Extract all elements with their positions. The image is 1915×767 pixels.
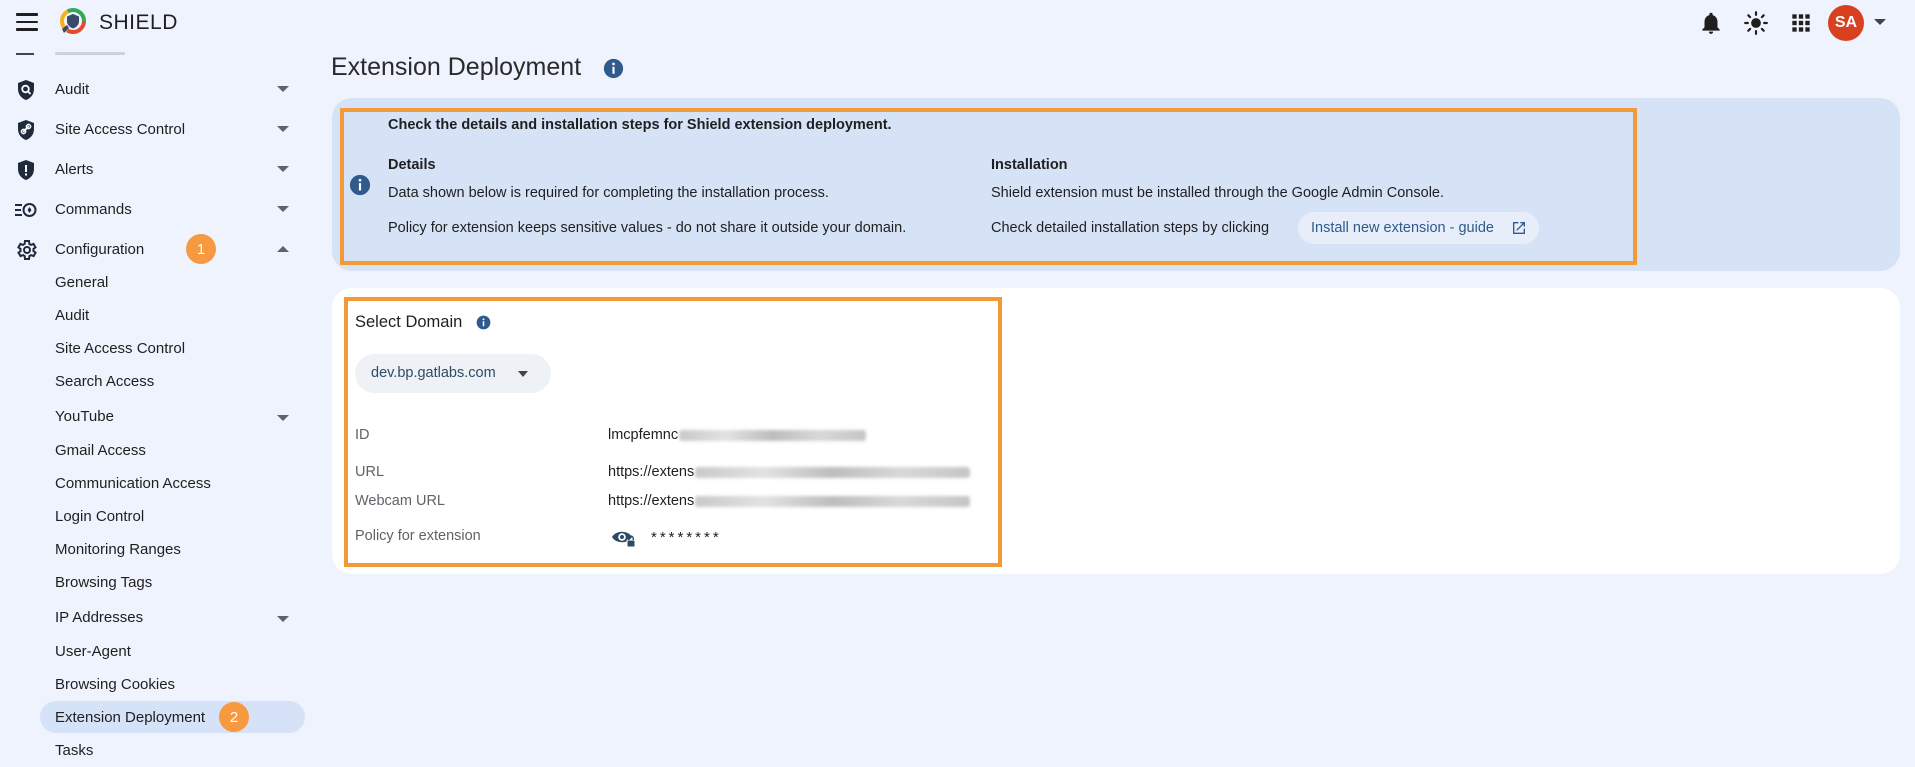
sidebar-item-audit[interactable]: Audit <box>0 70 300 108</box>
sidebar-item-label: Site Access Control <box>55 120 186 138</box>
avatar[interactable]: SA <box>1828 5 1864 41</box>
chevron-down-icon[interactable] <box>277 616 289 622</box>
redacted-blur <box>679 429 867 441</box>
info-icon <box>349 174 371 196</box>
redacted-blur <box>695 466 971 478</box>
domain-select-value: dev.bp.gatlabs.com <box>371 365 496 381</box>
sidebar-subitem-tasks[interactable]: Tasks <box>55 742 93 759</box>
sidebar-subitem-general[interactable]: General <box>55 274 108 291</box>
sidebar-subitem-extension-deployment[interactable]: Extension Deployment <box>55 709 205 726</box>
chevron-down-icon[interactable] <box>277 415 289 421</box>
chevron-down-icon[interactable] <box>1874 19 1886 25</box>
info-icon[interactable] <box>603 58 624 79</box>
webcam-url-value-text: https://extens <box>608 493 695 509</box>
sidebar-subitem-site-access-control[interactable]: Site Access Control <box>55 340 185 357</box>
link-shield-icon <box>18 120 34 140</box>
apps-grid-icon[interactable] <box>1788 10 1814 36</box>
id-label: ID <box>355 427 370 443</box>
sidebar-item-commands[interactable]: Commands <box>0 190 300 228</box>
step-badge: 1 <box>186 234 216 264</box>
policy-label: Policy for extension <box>355 528 481 544</box>
chevron-down-icon <box>277 206 289 212</box>
sidebar-item-configuration[interactable]: Configuration 1 <box>0 230 300 268</box>
id-value: lmcpfemnc <box>608 427 867 443</box>
details-text: Policy for extension keeps sensitive val… <box>388 220 907 236</box>
sidebar-item-label: Configuration <box>55 240 145 258</box>
commands-icon <box>15 203 37 217</box>
id-value-text: lmcpfemnc <box>608 427 679 443</box>
bell-icon[interactable] <box>1698 10 1724 36</box>
sidebar-subitem-browsing-cookies[interactable]: Browsing Cookies <box>55 676 175 693</box>
chevron-up-icon <box>277 246 289 252</box>
sidebar-item-label: Audit <box>55 80 90 98</box>
sidebar-subitem-gmail-access[interactable]: Gmail Access <box>55 442 146 459</box>
alert-shield-icon <box>18 160 34 180</box>
divider <box>16 53 34 55</box>
details-heading: Details <box>388 157 436 173</box>
sidebar-item-label: Commands <box>55 200 132 218</box>
installation-text: Shield extension must be installed throu… <box>991 185 1445 201</box>
chevron-down-icon <box>277 126 289 132</box>
install-guide-label: Install new extension - guide <box>1311 220 1494 236</box>
sidebar-subitem-monitoring-ranges[interactable]: Monitoring Ranges <box>55 541 181 558</box>
sidebar-subitem-search-access[interactable]: Search Access <box>55 373 154 390</box>
url-value: https://extens <box>608 464 971 480</box>
eye-lock-icon[interactable] <box>611 527 637 549</box>
domain-select[interactable]: dev.bp.gatlabs.com <box>355 354 551 393</box>
gear-icon <box>17 240 37 260</box>
info-intro: Check the details and installation steps… <box>388 117 892 133</box>
top-app-bar: SHIELD SA <box>0 0 1915 46</box>
sidebar-item-alerts[interactable]: Alerts <box>0 150 300 188</box>
url-label: URL <box>355 464 385 480</box>
installation-text: Check detailed installation steps by cli… <box>991 220 1270 236</box>
sidebar-subitem-user-agent[interactable]: User-Agent <box>55 643 131 660</box>
url-value-text: https://extens <box>608 464 695 480</box>
sidebar: Audit Site Access Control Alerts Command… <box>0 46 310 767</box>
chevron-down-icon <box>518 371 528 377</box>
app-brand: SHIELD <box>99 11 178 34</box>
redacted-blur <box>695 495 971 507</box>
sidebar-subitem-browsing-tags[interactable]: Browsing Tags <box>55 574 152 591</box>
sidebar-subitem-audit[interactable]: Audit <box>55 307 89 324</box>
installation-heading: Installation <box>991 157 1068 173</box>
sidebar-subitem-ip-addresses[interactable]: IP Addresses <box>55 609 143 626</box>
sidebar-subitem-youtube[interactable]: YouTube <box>55 408 114 425</box>
sidebar-subitem-communication-access[interactable]: Communication Access <box>55 475 211 492</box>
sidebar-item-label: Alerts <box>55 160 94 178</box>
chevron-down-icon <box>277 166 289 172</box>
details-text: Data shown below is required for complet… <box>388 185 829 201</box>
policy-masked-value: ******** <box>651 529 722 546</box>
webcam-url-value: https://extens <box>608 493 971 509</box>
webcam-url-label: Webcam URL <box>355 493 445 509</box>
sidebar-item-site-access-control[interactable]: Site Access Control <box>0 110 300 148</box>
sidebar-subitem-login-control[interactable]: Login Control <box>55 508 144 525</box>
chevron-down-icon <box>277 86 289 92</box>
brightness-icon[interactable] <box>1743 10 1769 36</box>
step-badge: 2 <box>219 702 249 732</box>
select-domain-title: Select Domain <box>355 313 463 331</box>
menu-icon[interactable] <box>16 13 38 31</box>
install-guide-button[interactable]: Install new extension - guide <box>1298 212 1539 244</box>
page-title: Extension Deployment <box>331 53 582 81</box>
open-in-new-icon <box>1513 222 1525 234</box>
magnifier-shield-icon <box>18 80 34 100</box>
partially-hidden-item <box>55 52 125 55</box>
shield-logo-icon <box>60 8 86 34</box>
info-icon[interactable] <box>476 315 491 330</box>
